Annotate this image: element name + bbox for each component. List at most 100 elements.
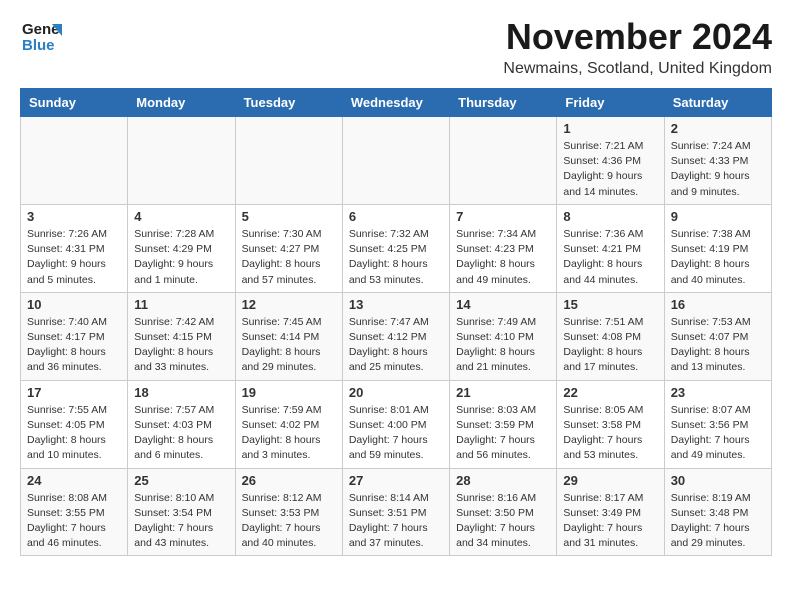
day-detail: Sunrise: 7:40 AM Sunset: 4:17 PM Dayligh… xyxy=(27,315,121,376)
subtitle: Newmains, Scotland, United Kingdom xyxy=(503,60,772,78)
calendar-cell: 12 Sunrise: 7:45 AM Sunset: 4:14 PM Dayli… xyxy=(235,292,342,380)
day-number: 15 xyxy=(563,297,657,312)
day-detail: Sunrise: 7:47 AM Sunset: 4:12 PM Dayligh… xyxy=(349,315,443,376)
calendar-cell: 16Sunrise: 7:53 AM Sunset: 4:07 PM Dayli… xyxy=(664,292,771,380)
calendar-week-4: 17Sunrise: 7:55 AM Sunset: 4:05 PM Dayli… xyxy=(21,380,772,468)
day-detail: Sunrise: 7:51 AM Sunset: 4:08 PM Dayligh… xyxy=(563,315,657,376)
calendar-cell xyxy=(450,117,557,205)
day-number: 28 xyxy=(456,473,550,488)
calendar-cell: 9 Sunrise: 7:38 AM Sunset: 4:19 PM Daylig… xyxy=(664,204,771,292)
calendar-cell: 1 Sunrise: 7:21 AM Sunset: 4:36 PM Daylig… xyxy=(557,117,664,205)
day-detail: Sunrise: 7:38 AM Sunset: 4:19 PM Dayligh… xyxy=(671,227,765,288)
day-detail: Sunrise: 7:45 AM Sunset: 4:14 PM Dayligh… xyxy=(242,315,336,376)
calendar-body: 1 Sunrise: 7:21 AM Sunset: 4:36 PM Daylig… xyxy=(21,117,772,556)
day-number: 12 xyxy=(242,297,336,312)
day-number: 17 xyxy=(27,385,121,400)
day-detail: Sunrise: 8:14 AM Sunset: 3:51 PM Dayligh… xyxy=(349,491,443,552)
weekday-wednesday: Wednesday xyxy=(342,89,449,117)
day-detail: Sunrise: 7:57 AM Sunset: 4:03 PM Dayligh… xyxy=(134,403,228,464)
day-number: 26 xyxy=(242,473,336,488)
day-detail: Sunrise: 8:05 AM Sunset: 3:58 PM Dayligh… xyxy=(563,403,657,464)
day-number: 29 xyxy=(563,473,657,488)
page: General Blue November 2024 Newmains, Sco… xyxy=(0,0,792,572)
day-detail: Sunrise: 7:53 AM Sunset: 4:07 PM Dayligh… xyxy=(671,315,765,376)
day-number: 1 xyxy=(563,121,657,136)
day-number: 3 xyxy=(27,209,121,224)
weekday-monday: Monday xyxy=(128,89,235,117)
calendar-cell xyxy=(342,117,449,205)
day-number: 13 xyxy=(349,297,443,312)
title-block: November 2024 Newmains, Scotland, United… xyxy=(503,16,772,78)
day-detail: Sunrise: 8:10 AM Sunset: 3:54 PM Dayligh… xyxy=(134,491,228,552)
day-detail: Sunrise: 7:26 AM Sunset: 4:31 PM Dayligh… xyxy=(27,227,121,288)
day-detail: Sunrise: 7:59 AM Sunset: 4:02 PM Dayligh… xyxy=(242,403,336,464)
day-detail: Sunrise: 8:07 AM Sunset: 3:56 PM Dayligh… xyxy=(671,403,765,464)
day-detail: Sunrise: 7:30 AM Sunset: 4:27 PM Dayligh… xyxy=(242,227,336,288)
calendar-cell: 25Sunrise: 8:10 AM Sunset: 3:54 PM Dayli… xyxy=(128,468,235,556)
calendar-cell: 21Sunrise: 8:03 AM Sunset: 3:59 PM Dayli… xyxy=(450,380,557,468)
day-number: 6 xyxy=(349,209,443,224)
logo-icon: General Blue xyxy=(20,16,62,58)
weekday-thursday: Thursday xyxy=(450,89,557,117)
day-number: 9 xyxy=(671,209,765,224)
calendar-cell: 29 Sunrise: 8:17 AM Sunset: 3:49 PM Dayli… xyxy=(557,468,664,556)
day-detail: Sunrise: 7:21 AM Sunset: 4:36 PM Dayligh… xyxy=(563,139,657,200)
day-number: 30 xyxy=(671,473,765,488)
day-number: 24 xyxy=(27,473,121,488)
calendar-cell: 26Sunrise: 8:12 AM Sunset: 3:53 PM Dayli… xyxy=(235,468,342,556)
calendar-cell: 15 Sunrise: 7:51 AM Sunset: 4:08 PM Dayli… xyxy=(557,292,664,380)
month-title: November 2024 xyxy=(503,16,772,58)
day-detail: Sunrise: 8:01 AM Sunset: 4:00 PM Dayligh… xyxy=(349,403,443,464)
calendar-week-1: 1 Sunrise: 7:21 AM Sunset: 4:36 PM Daylig… xyxy=(21,117,772,205)
day-detail: Sunrise: 7:36 AM Sunset: 4:21 PM Dayligh… xyxy=(563,227,657,288)
calendar-cell: 20 Sunrise: 8:01 AM Sunset: 4:00 PM Dayli… xyxy=(342,380,449,468)
calendar-cell: 7 Sunrise: 7:34 AM Sunset: 4:23 PM Daylig… xyxy=(450,204,557,292)
day-number: 8 xyxy=(563,209,657,224)
day-number: 20 xyxy=(349,385,443,400)
day-number: 2 xyxy=(671,121,765,136)
calendar-cell: 10Sunrise: 7:40 AM Sunset: 4:17 PM Dayli… xyxy=(21,292,128,380)
day-number: 18 xyxy=(134,385,228,400)
calendar-cell: 24 Sunrise: 8:08 AM Sunset: 3:55 PM Dayli… xyxy=(21,468,128,556)
calendar-week-5: 24 Sunrise: 8:08 AM Sunset: 3:55 PM Dayli… xyxy=(21,468,772,556)
weekday-saturday: Saturday xyxy=(664,89,771,117)
calendar-cell xyxy=(21,117,128,205)
day-number: 4 xyxy=(134,209,228,224)
day-detail: Sunrise: 8:19 AM Sunset: 3:48 PM Dayligh… xyxy=(671,491,765,552)
calendar-cell: 19 Sunrise: 7:59 AM Sunset: 4:02 PM Dayli… xyxy=(235,380,342,468)
day-number: 21 xyxy=(456,385,550,400)
calendar-cell: 22 Sunrise: 8:05 AM Sunset: 3:58 PM Dayli… xyxy=(557,380,664,468)
day-detail: Sunrise: 8:08 AM Sunset: 3:55 PM Dayligh… xyxy=(27,491,121,552)
calendar-cell: 4Sunrise: 7:28 AM Sunset: 4:29 PM Daylig… xyxy=(128,204,235,292)
day-detail: Sunrise: 8:17 AM Sunset: 3:49 PM Dayligh… xyxy=(563,491,657,552)
calendar-cell: 2 Sunrise: 7:24 AM Sunset: 4:33 PM Daylig… xyxy=(664,117,771,205)
day-detail: Sunrise: 8:16 AM Sunset: 3:50 PM Dayligh… xyxy=(456,491,550,552)
day-number: 27 xyxy=(349,473,443,488)
calendar-cell: 8 Sunrise: 7:36 AM Sunset: 4:21 PM Daylig… xyxy=(557,204,664,292)
svg-text:Blue: Blue xyxy=(22,37,55,54)
day-number: 7 xyxy=(456,209,550,224)
calendar-cell: 17Sunrise: 7:55 AM Sunset: 4:05 PM Dayli… xyxy=(21,380,128,468)
calendar-cell xyxy=(235,117,342,205)
calendar-week-3: 10Sunrise: 7:40 AM Sunset: 4:17 PM Dayli… xyxy=(21,292,772,380)
calendar-cell: 27 Sunrise: 8:14 AM Sunset: 3:51 PM Dayli… xyxy=(342,468,449,556)
weekday-friday: Friday xyxy=(557,89,664,117)
day-detail: Sunrise: 7:32 AM Sunset: 4:25 PM Dayligh… xyxy=(349,227,443,288)
calendar-cell: 23Sunrise: 8:07 AM Sunset: 3:56 PM Dayli… xyxy=(664,380,771,468)
day-detail: Sunrise: 7:49 AM Sunset: 4:10 PM Dayligh… xyxy=(456,315,550,376)
weekday-sunday: Sunday xyxy=(21,89,128,117)
calendar-cell: 18 Sunrise: 7:57 AM Sunset: 4:03 PM Dayli… xyxy=(128,380,235,468)
day-number: 22 xyxy=(563,385,657,400)
calendar-header: Sunday Monday Tuesday Wednesday Thursday… xyxy=(21,89,772,117)
calendar-cell: 5 Sunrise: 7:30 AM Sunset: 4:27 PM Daylig… xyxy=(235,204,342,292)
calendar-cell: 11Sunrise: 7:42 AM Sunset: 4:15 PM Dayli… xyxy=(128,292,235,380)
calendar: Sunday Monday Tuesday Wednesday Thursday… xyxy=(20,88,772,556)
calendar-cell: 14Sunrise: 7:49 AM Sunset: 4:10 PM Dayli… xyxy=(450,292,557,380)
day-number: 5 xyxy=(242,209,336,224)
day-detail: Sunrise: 7:34 AM Sunset: 4:23 PM Dayligh… xyxy=(456,227,550,288)
day-detail: Sunrise: 7:42 AM Sunset: 4:15 PM Dayligh… xyxy=(134,315,228,376)
day-detail: Sunrise: 7:24 AM Sunset: 4:33 PM Dayligh… xyxy=(671,139,765,200)
calendar-cell: 30 Sunrise: 8:19 AM Sunset: 3:48 PM Dayli… xyxy=(664,468,771,556)
day-number: 19 xyxy=(242,385,336,400)
calendar-cell: 6 Sunrise: 7:32 AM Sunset: 4:25 PM Daylig… xyxy=(342,204,449,292)
